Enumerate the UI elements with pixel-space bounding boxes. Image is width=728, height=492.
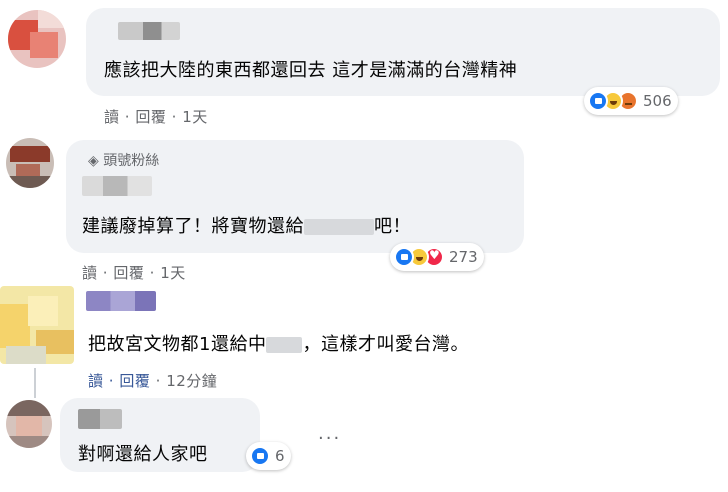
- separator: ·: [171, 108, 177, 126]
- avatar[interactable]: [0, 286, 74, 364]
- timestamp[interactable]: 1天: [160, 264, 186, 282]
- comment-bubble: [86, 8, 720, 96]
- comment-actions: 讀 · 回覆 · 1天: [82, 262, 186, 283]
- like-icon: [250, 446, 270, 466]
- author-name-redacted[interactable]: [82, 176, 152, 196]
- reaction-summary[interactable]: 273: [390, 243, 484, 271]
- reply-link[interactable]: 回覆: [135, 108, 166, 126]
- author-name-redacted[interactable]: [86, 291, 156, 311]
- like-icon: [394, 247, 414, 267]
- comment-text: 把故宮文物都1還給中 ，這樣才叫愛台灣。: [88, 334, 469, 355]
- redacted-text: [304, 219, 374, 235]
- author-name-redacted[interactable]: [78, 409, 122, 429]
- diamond-icon: ◈: [88, 153, 99, 169]
- avatar[interactable]: [6, 400, 52, 448]
- read-link[interactable]: 讀: [104, 108, 120, 126]
- reaction-summary[interactable]: 6: [246, 442, 291, 470]
- redacted-text: [266, 337, 303, 353]
- comment-text: 建議廢掉算了！將寶物還給 吧！: [82, 216, 411, 237]
- reaction-count: 273: [449, 248, 478, 266]
- separator: ·: [108, 372, 115, 390]
- comment-text: 對啊還給人家吧: [78, 444, 208, 465]
- thread-line: [34, 368, 36, 398]
- reply-link[interactable]: 回覆: [113, 264, 144, 282]
- read-link[interactable]: 讀: [88, 372, 104, 390]
- top-fan-badge: ◈ 頭號粉絲: [88, 153, 160, 169]
- separator: ·: [124, 108, 131, 126]
- reaction-count: 506: [643, 92, 672, 110]
- timestamp[interactable]: 1天: [182, 108, 208, 126]
- read-link[interactable]: 讀: [82, 264, 98, 282]
- comment-actions: 讀 · 回覆 · 1天: [104, 106, 208, 127]
- author-name-redacted[interactable]: [118, 22, 180, 40]
- reply-link[interactable]: 回覆: [119, 372, 150, 390]
- timestamp[interactable]: 12分鐘: [166, 372, 217, 390]
- comment-text: 應該把大陸的東西都還回去 這才是滿滿的台灣精神: [104, 60, 518, 81]
- reaction-count: 6: [275, 447, 285, 465]
- reaction-summary[interactable]: 506: [584, 87, 678, 115]
- like-icon: [588, 91, 608, 111]
- more-options-icon[interactable]: ···: [318, 428, 341, 449]
- separator: ·: [102, 264, 109, 282]
- comment-actions: 讀 · 回覆 · 12分鐘: [88, 370, 217, 391]
- separator: ·: [149, 264, 155, 282]
- avatar[interactable]: [8, 10, 66, 68]
- avatar[interactable]: [6, 138, 54, 188]
- separator: ·: [155, 372, 161, 390]
